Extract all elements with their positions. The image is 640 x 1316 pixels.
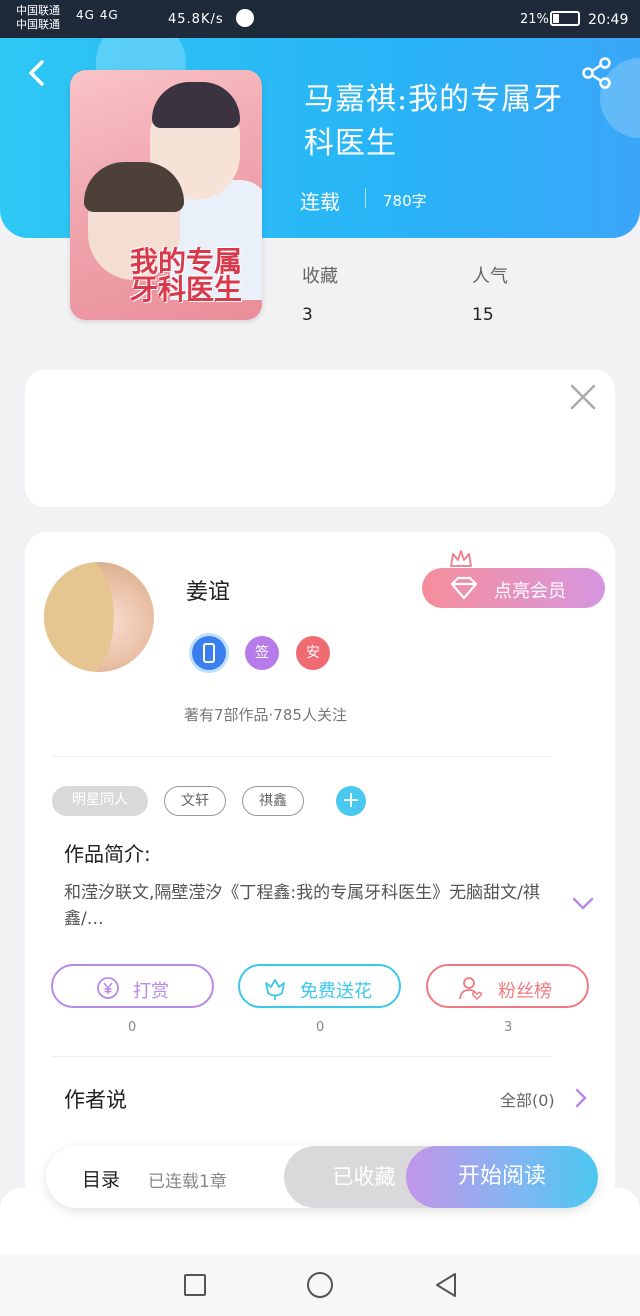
avatar[interactable] [44,562,154,672]
carrier-1: 中国联通 [16,4,60,17]
battery-percent: 21% [520,12,549,27]
chevron-right-icon[interactable] [574,1088,588,1108]
signal-icon: 4G 4G [76,8,119,22]
word-count: 780字 [383,192,427,210]
home-icon[interactable] [307,1272,333,1298]
close-icon [570,384,596,410]
fan-rank-button[interactable]: 粉丝榜 [426,964,589,1008]
cover-figure [152,82,240,128]
diamond-icon [450,576,478,600]
stat-popularity-value: 15 [472,305,494,325]
tag-item[interactable]: 祺鑫 [242,786,304,816]
book-title: 马嘉祺:我的专属牙科医生 [304,82,564,161]
tip-button-label: 打赏 [133,981,169,1002]
send-flower-button[interactable]: 免费送花 [238,964,401,1008]
flower-count: 0 [316,1020,325,1035]
divider [52,1056,552,1057]
recent-apps-icon[interactable] [184,1274,206,1296]
clock: 20:49 [588,12,629,28]
divider [365,188,366,208]
stat-popularity-label: 人气 [472,266,508,287]
bottom-action-bar: 目录 已连载1章 已收藏 开始阅读 [46,1146,598,1208]
send-flower-label: 免费送花 [300,981,372,1002]
add-tag-button[interactable]: + [336,786,366,816]
back-button[interactable] [22,58,52,88]
chevron-down-icon [572,897,594,910]
back-triangle-icon[interactable] [434,1272,458,1298]
stat-favorites-label: 收藏 [302,266,338,287]
vip-button[interactable]: 点亮会员 [422,568,605,608]
badge-signed[interactable]: 签 [245,636,279,670]
net-speed: 45.8K/s [168,12,224,27]
author-meta: 著有7部作品·785人关注 [184,706,347,724]
author-name[interactable]: 姜谊 [186,574,230,606]
close-button[interactable] [570,384,596,410]
intro-title: 作品简介: [64,842,151,866]
divider [52,756,552,757]
tip-count: 0 [128,1020,137,1035]
globe-icon [236,9,254,27]
crown-icon [450,550,472,567]
yuan-icon [97,977,119,999]
chapter-status: 已连载1章 [148,1172,227,1192]
status-bar: 中国联通 中国联通 4G 4G 45.8K/s 21% 20:49 [0,0,640,38]
tag-item[interactable]: 文轩 [164,786,226,816]
carrier-2: 中国联通 [16,18,60,31]
tip-button[interactable]: 打赏 [51,964,214,1008]
start-reading-button[interactable]: 开始阅读 [406,1146,598,1208]
vip-button-label: 点亮会员 [494,581,566,602]
cover-title: 我的专属牙科医生 [130,245,243,306]
fan-rank-label: 粉丝榜 [498,981,552,1002]
share-button[interactable] [580,56,614,90]
intro-text: 和滢汐联文,隔壁滢汐《丁程鑫:我的专属牙科医生》无脑甜文/祺鑫/… [64,883,540,929]
battery-icon [550,11,580,26]
book-cover[interactable]: 我的专属牙科医生 [70,70,262,320]
phone-icon [203,643,215,663]
chevron-left-icon [29,60,44,86]
fan-count: 3 [504,1020,513,1035]
badge-phone[interactable] [192,636,226,670]
user-heart-icon [459,977,482,1001]
carrier-labels: 中国联通 中国联通 [16,4,60,32]
share-icon [582,57,611,89]
stat-favorites-value: 3 [302,305,313,325]
badge-safe[interactable]: 安 [296,636,330,670]
flower-icon [265,979,285,1000]
tag-item[interactable]: 明星同人 [52,786,148,816]
book-status: 连载 [300,190,340,214]
ad-panel [25,370,615,507]
expand-button[interactable] [572,896,594,910]
toc-button[interactable]: 目录 [82,1165,120,1192]
avatar-hair [44,562,114,672]
author-says-title: 作者说 [64,1088,127,1112]
author-says-all-link[interactable]: 全部(0) [500,1087,555,1111]
